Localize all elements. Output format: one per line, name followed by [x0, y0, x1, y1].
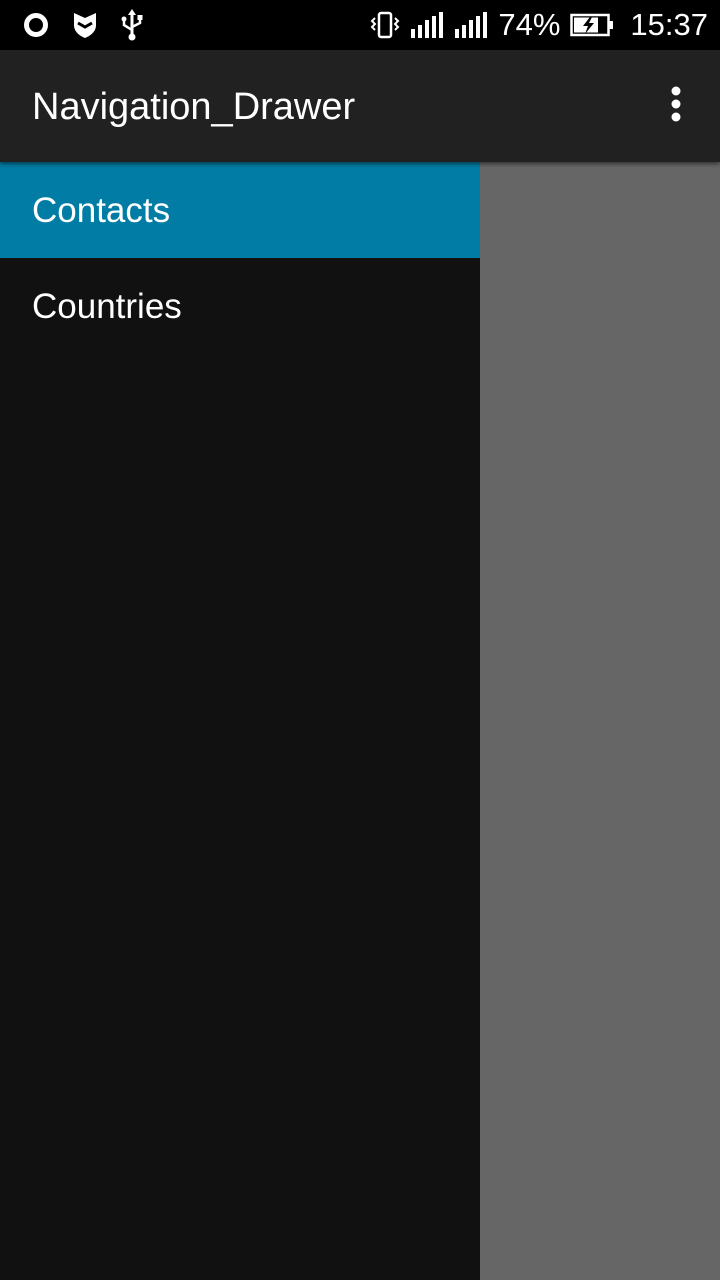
- status-bar: 74% 15:37: [0, 0, 720, 50]
- clock: 15:37: [630, 7, 708, 42]
- battery-charging-icon: [570, 13, 614, 37]
- screen: 74% 15:37 Navigation_Drawer Contacts Cou…: [0, 0, 720, 1280]
- system-icons: 74% 15:37: [370, 6, 708, 44]
- overflow-menu-button[interactable]: [656, 84, 696, 128]
- notification-icons: [22, 8, 144, 42]
- opera-icon: [22, 11, 50, 39]
- drawer-item-countries[interactable]: Countries: [0, 258, 480, 354]
- shield-icon: [72, 11, 98, 39]
- more-vert-icon: [670, 86, 682, 127]
- drawer-item-contacts[interactable]: Contacts: [0, 162, 480, 258]
- content-scrim[interactable]: [480, 162, 720, 1280]
- navigation-drawer: Contacts Countries: [0, 162, 480, 1280]
- signal-icon: [410, 11, 444, 39]
- app-title: Navigation_Drawer: [32, 86, 356, 128]
- vibrate-icon: [370, 10, 400, 40]
- signal-icon: [454, 11, 488, 39]
- battery-percentage: 74%: [498, 7, 561, 42]
- drawer-item-label: Contacts: [32, 191, 171, 230]
- drawer-item-label: Countries: [32, 287, 182, 326]
- app-toolbar: Navigation_Drawer: [0, 50, 720, 162]
- usb-icon: [120, 9, 144, 41]
